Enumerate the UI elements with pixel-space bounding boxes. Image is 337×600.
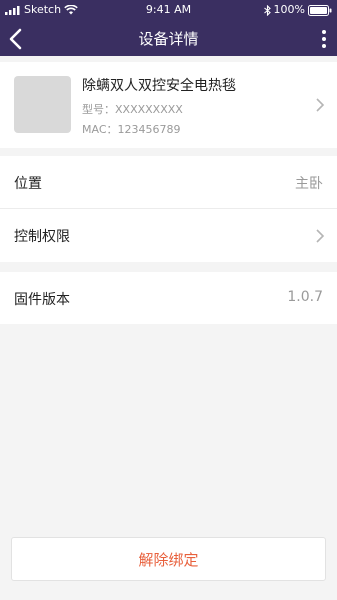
control-permission-label: 控制权限 bbox=[14, 229, 70, 245]
device-info-card[interactable]: 除螨双人双控安全电热毯 型号：XXXXXXXXX MAC：123456789 bbox=[0, 62, 337, 148]
location-value: 主卧 bbox=[295, 176, 323, 192]
bluetooth-icon bbox=[263, 4, 271, 16]
device-name: 除螨双人双控安全电热毯 bbox=[82, 78, 236, 94]
mac-value: 123456789 bbox=[117, 123, 181, 136]
status-bar: Sketch 9:41 AM 100% bbox=[0, 0, 337, 20]
chevron-right-icon bbox=[316, 229, 325, 243]
firmware-value: 1.0.7 bbox=[287, 289, 323, 305]
firmware-label: 固件版本 bbox=[14, 292, 70, 308]
unbind-button[interactable]: 解除绑定 bbox=[11, 537, 326, 581]
mac-label: MAC： bbox=[82, 123, 118, 136]
settings-group: 位置 主卧 控制权限 bbox=[0, 156, 337, 262]
battery-percent: 100% bbox=[273, 3, 305, 16]
battery-icon bbox=[308, 4, 332, 16]
app-header: Sketch 9:41 AM 100% 设备详情 bbox=[0, 0, 337, 56]
model-value: XXXXXXXXX bbox=[115, 103, 183, 116]
location-row[interactable]: 位置 主卧 bbox=[0, 156, 337, 208]
firmware-row: 固件版本 1.0.7 bbox=[0, 272, 337, 324]
more-vertical-icon[interactable] bbox=[319, 27, 329, 51]
status-right: 100% bbox=[263, 0, 332, 20]
model-label: 型号： bbox=[82, 103, 115, 116]
page-title: 设备详情 bbox=[138, 30, 199, 48]
control-permission-row[interactable]: 控制权限 bbox=[0, 209, 337, 262]
location-label: 位置 bbox=[14, 176, 42, 192]
device-thumbnail bbox=[14, 76, 71, 133]
chevron-right-icon bbox=[316, 98, 325, 112]
device-model: 型号：XXXXXXXXX bbox=[82, 101, 183, 117]
device-mac: MAC：123456789 bbox=[82, 121, 181, 137]
